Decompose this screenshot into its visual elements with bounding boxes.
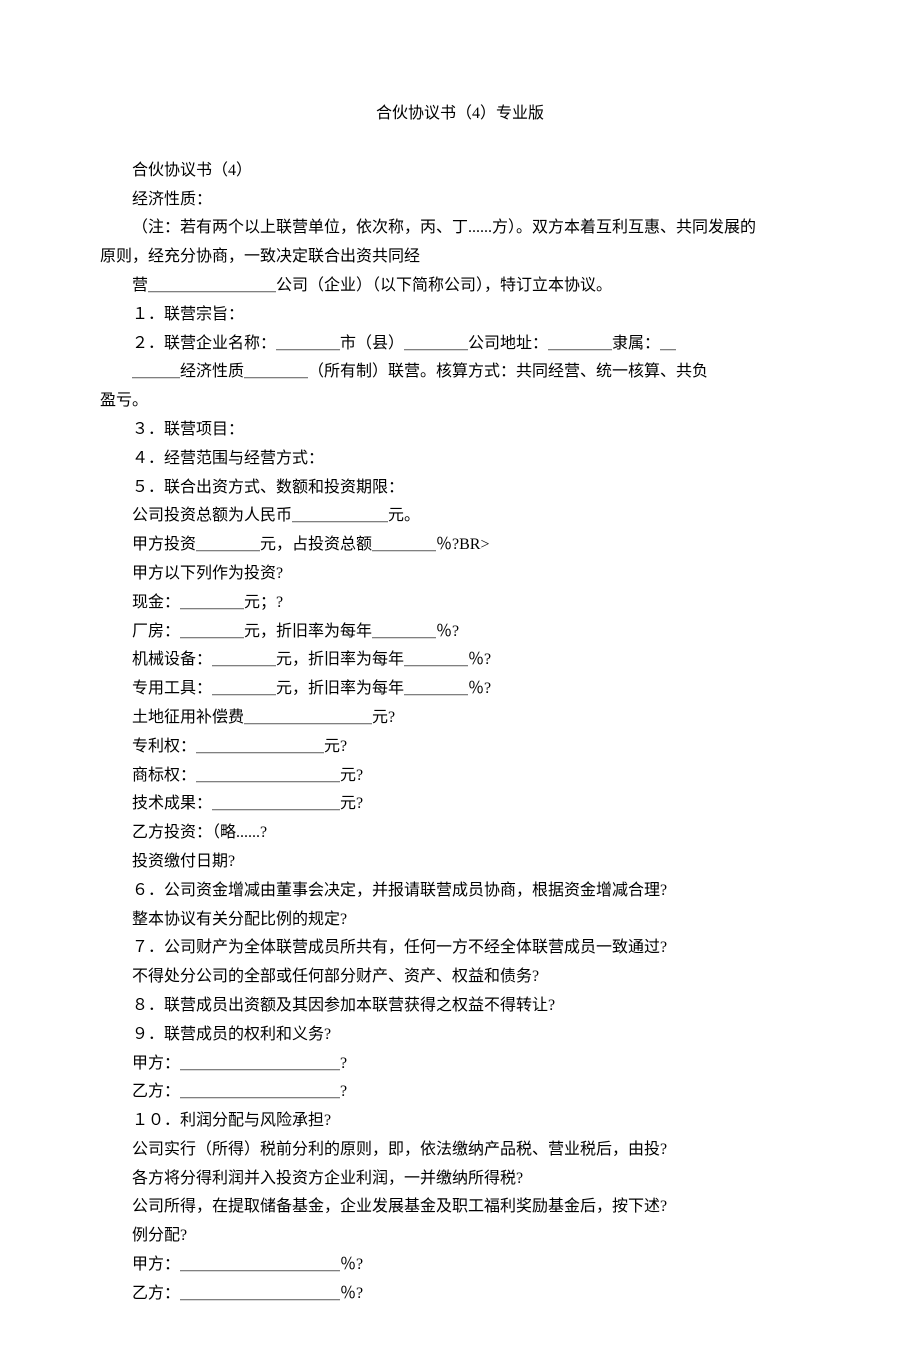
- body-line: ８．联营成员出资额及其因参加本联营获得之权益不得转让?: [100, 992, 820, 1021]
- body-line: 经济性质：: [100, 186, 820, 215]
- body-line: 甲方：＿＿＿＿＿＿＿＿＿＿％?: [100, 1251, 820, 1280]
- body-line: ３．联营项目：: [100, 416, 820, 445]
- body-line: 专用工具：＿＿＿＿元，折旧率为每年＿＿＿＿％?: [100, 675, 820, 704]
- document-title: 合伙协议书（4）专业版: [100, 100, 820, 129]
- body-line: ６．公司资金增减由董事会决定，并报请联营成员协商，根据资金增减合理?: [100, 877, 820, 906]
- body-line: 各方将分得利润并入投资方企业利润，一并缴纳所得税?: [100, 1165, 820, 1194]
- body-line: 厂房：＿＿＿＿元，折旧率为每年＿＿＿＿％?: [100, 618, 820, 647]
- body-line: 技术成果：＿＿＿＿＿＿＿＿元?: [100, 790, 820, 819]
- body-line: 营＿＿＿＿＿＿＿＿公司（企业）（以下简称公司），特订立本协议。: [100, 272, 820, 301]
- body-line: ４．经营范围与经营方式：: [100, 445, 820, 474]
- body-line: ７．公司财产为全体联营成员所共有，任何一方不经全体联营成员一致通过?: [100, 934, 820, 963]
- body-line: 盈亏。: [100, 387, 820, 416]
- body-line: ９．联营成员的权利和义务?: [100, 1021, 820, 1050]
- body-line: 土地征用补偿费＿＿＿＿＿＿＿＿元?: [100, 704, 820, 733]
- body-line: 乙方：＿＿＿＿＿＿＿＿＿＿％?: [100, 1280, 820, 1309]
- body-line: ５．联合出资方式、数额和投资期限：: [100, 474, 820, 503]
- body-line: 公司所得，在提取储备基金，企业发展基金及职工福利奖励基金后，按下述?: [100, 1193, 820, 1222]
- body-line: 专利权：＿＿＿＿＿＿＿＿元?: [100, 733, 820, 762]
- body-line: （注：若有两个以上联营单位，依次称，丙、丁......方）。双方本着互利互惠、共…: [100, 214, 820, 243]
- body-line: 整本协议有关分配比例的规定?: [100, 906, 820, 935]
- body-line: 公司投资总额为人民币＿＿＿＿＿＿元。: [100, 502, 820, 531]
- body-line: 不得处分公司的全部或任何部分财产、资产、权益和债务?: [100, 963, 820, 992]
- document-body: 合伙协议书（4）经济性质：（注：若有两个以上联营单位，依次称，丙、丁......…: [100, 157, 820, 1309]
- body-line: 原则，经充分协商，一致决定联合出资共同经: [100, 243, 820, 272]
- body-line: 投资缴付日期?: [100, 848, 820, 877]
- body-line: 例分配?: [100, 1222, 820, 1251]
- body-line: 现金：＿＿＿＿元；?: [100, 589, 820, 618]
- body-line: 商标权：＿＿＿＿＿＿＿＿＿元?: [100, 762, 820, 791]
- body-line: 乙方：＿＿＿＿＿＿＿＿＿＿?: [100, 1078, 820, 1107]
- body-line: 机械设备：＿＿＿＿元，折旧率为每年＿＿＿＿％?: [100, 646, 820, 675]
- body-line: 合伙协议书（4）: [100, 157, 820, 186]
- body-line: 甲方：＿＿＿＿＿＿＿＿＿＿?: [100, 1050, 820, 1079]
- body-line: 乙方投资：（略......?: [100, 819, 820, 848]
- body-line: １０．利润分配与风险承担?: [100, 1107, 820, 1136]
- body-line: 公司实行（所得）税前分利的原则，即，依法缴纳产品税、营业税后，由投?: [100, 1136, 820, 1165]
- body-line: 甲方以下列作为投资?: [100, 560, 820, 589]
- body-line: ＿＿＿经济性质＿＿＿＿（所有制）联营。核算方式：共同经营、统一核算、共负: [100, 358, 820, 387]
- body-line: 甲方投资＿＿＿＿元，占投资总额＿＿＿＿％?BR>: [100, 531, 820, 560]
- document-page: 合伙协议书（4）专业版 合伙协议书（4）经济性质：（注：若有两个以上联营单位，依…: [0, 0, 920, 1369]
- body-line: ２．联营企业名称：＿＿＿＿市（县）＿＿＿＿公司地址：＿＿＿＿隶属：＿: [100, 330, 820, 359]
- body-line: １．联营宗旨：: [100, 301, 820, 330]
